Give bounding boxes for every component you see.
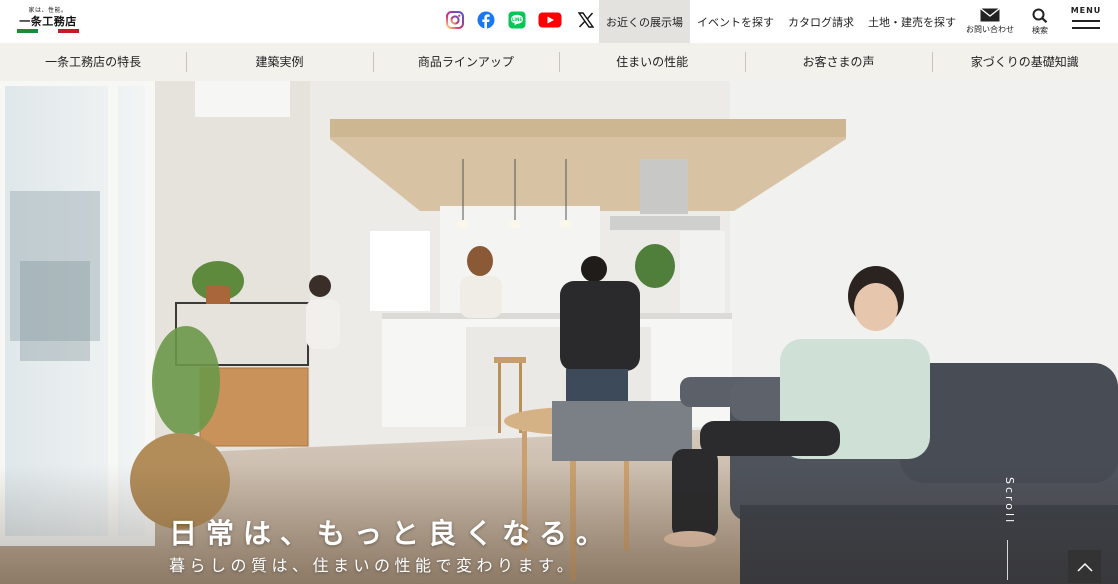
subnav-features[interactable]: 一条工務店の特長	[0, 43, 186, 81]
mail-icon	[980, 8, 1000, 22]
instagram-icon[interactable]	[445, 10, 464, 29]
land-search-link[interactable]: 土地・建売を探す	[861, 0, 963, 43]
chevron-up-icon	[1076, 562, 1093, 572]
menu-button[interactable]: MENU	[1068, 6, 1104, 36]
subnav-examples[interactable]: 建築実例	[186, 43, 372, 81]
events-link[interactable]: イベントを探す	[690, 0, 781, 43]
logo-color-bar	[17, 29, 80, 33]
search-label: 検索	[1032, 25, 1048, 35]
hamburger-icon	[1072, 20, 1100, 22]
subnav-basics[interactable]: 家づくりの基礎知識	[931, 43, 1118, 81]
hero-headline: 日常は、もっと良くなる。	[169, 517, 614, 550]
back-to-top-button[interactable]	[1068, 550, 1101, 583]
social-links: LINE	[445, 10, 595, 29]
site-header: 家は、性能。 一条工務店 LINE お近くの展示場 イベントを探す カタログ請求…	[0, 0, 1118, 43]
site-logo[interactable]: 家は、性能。 一条工務店	[17, 7, 80, 37]
hero-subline: 暮らしの質は、住まいの性能で変わります。	[169, 556, 578, 575]
scroll-indicator[interactable]: Scroll	[1000, 477, 1016, 557]
showroom-link[interactable]: お近くの展示場	[599, 0, 690, 43]
facebook-icon[interactable]	[476, 10, 495, 29]
menu-label: MENU	[1070, 6, 1102, 15]
x-icon[interactable]	[576, 10, 595, 29]
youtube-icon[interactable]	[537, 10, 563, 29]
svg-text:LINE: LINE	[511, 17, 521, 22]
catalog-link[interactable]: カタログ請求	[781, 0, 861, 43]
scroll-line	[1007, 540, 1008, 580]
search-icon	[1032, 8, 1048, 23]
subnav-performance[interactable]: 住まいの性能	[558, 43, 745, 81]
contact-label: お問い合わせ	[966, 25, 1014, 34]
line-icon[interactable]: LINE	[507, 10, 526, 29]
subnav-voices[interactable]: お客さまの声	[745, 43, 931, 81]
search-button[interactable]: 検索	[1024, 0, 1056, 43]
hamburger-line	[1072, 27, 1100, 29]
top-nav: お近くの展示場 イベントを探す カタログ請求 土地・建売を探す	[599, 0, 963, 43]
hero-section: 日常は、もっと良くなる。 暮らしの質は、住まいの性能で変わります。 Scroll	[0, 81, 1118, 584]
category-nav: 一条工務店の特長 建築実例 商品ラインアップ 住まいの性能 お客さまの声 家づく…	[0, 43, 1118, 81]
subnav-products[interactable]: 商品ラインアップ	[372, 43, 559, 81]
contact-button[interactable]: お問い合わせ	[964, 0, 1016, 43]
logo-tagline: 家は、性能。	[28, 7, 68, 14]
logo-brand: 一条工務店	[19, 15, 77, 28]
